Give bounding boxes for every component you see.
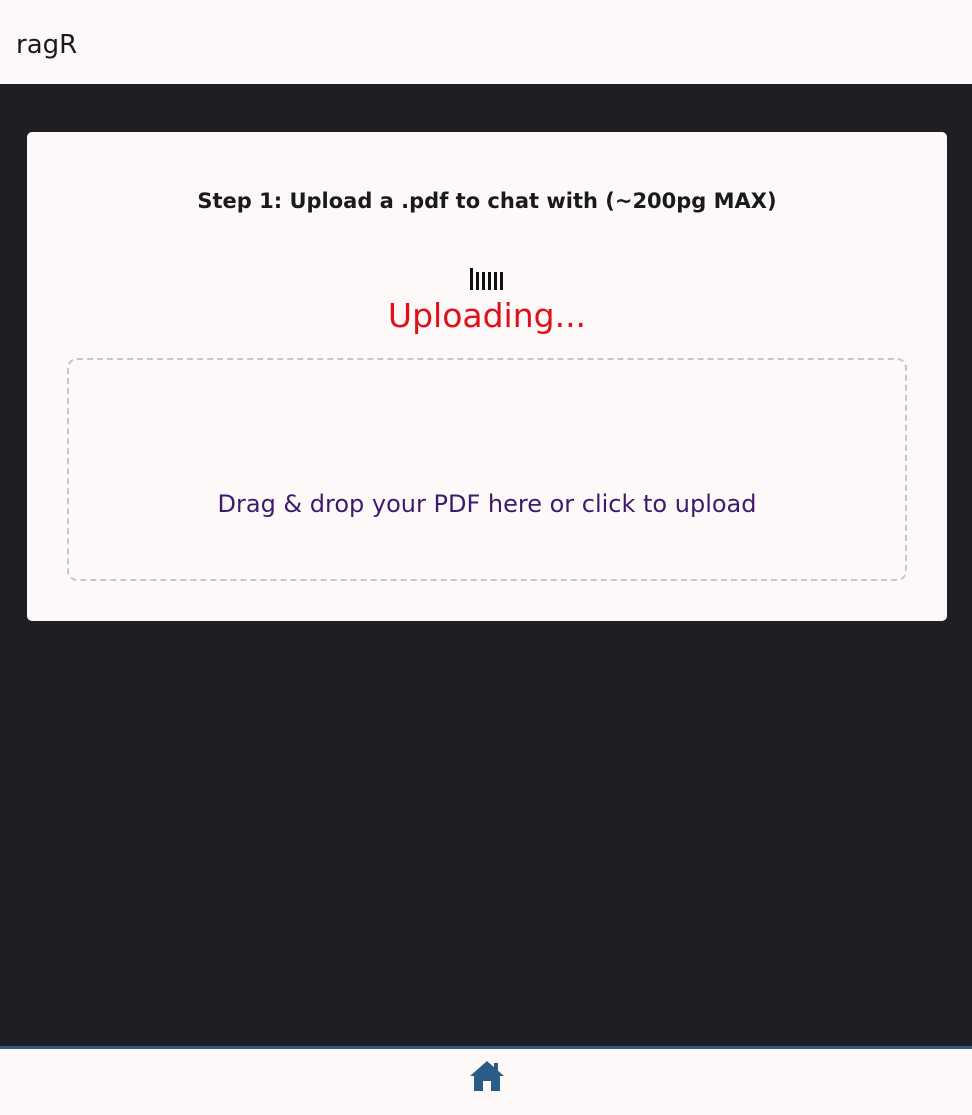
spinner-bar: [494, 272, 497, 290]
spinner-bar: [482, 272, 485, 290]
home-icon: [470, 1061, 504, 1091]
home-button[interactable]: [468, 1057, 506, 1095]
spinner-bar: [488, 272, 491, 290]
upload-card: Step 1: Upload a .pdf to chat with (~200…: [27, 132, 947, 621]
loading-spinner-icon: [470, 268, 503, 290]
spinner-bar: [476, 272, 479, 290]
step-heading: Step 1: Upload a .pdf to chat with (~200…: [197, 189, 777, 213]
spinner-bar: [470, 268, 473, 290]
spinner-bar: [500, 272, 503, 290]
pdf-dropzone[interactable]: Drag & drop your PDF here or click to up…: [67, 358, 907, 581]
top-app-bar: ragR: [0, 0, 972, 84]
upload-status: Uploading...: [387, 296, 587, 335]
app-title: ragR: [16, 30, 78, 60]
dropzone-label: Drag & drop your PDF here or click to up…: [217, 490, 757, 518]
bottom-nav-bar: [0, 1046, 972, 1115]
